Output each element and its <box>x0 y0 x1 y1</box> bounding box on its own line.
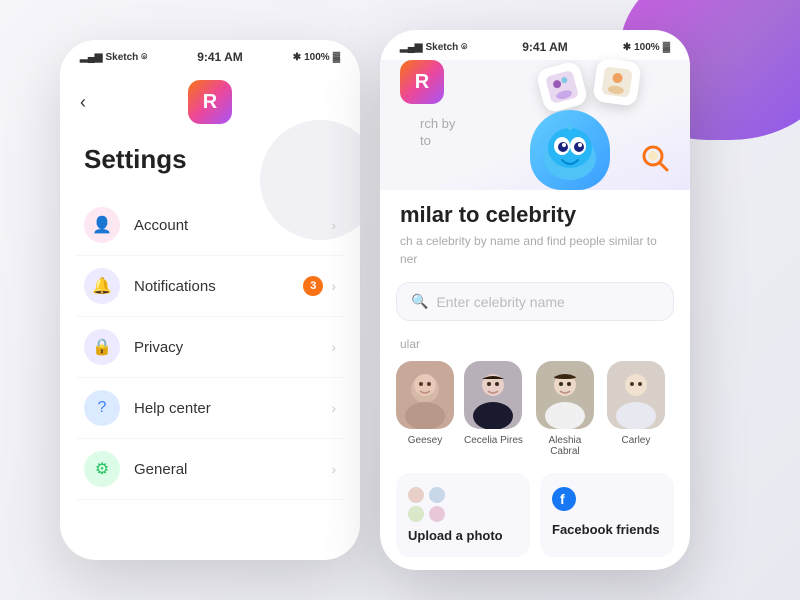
privacy-icon: 🔒 <box>84 329 120 365</box>
account-label: Account <box>134 217 331 234</box>
mascot-monster <box>530 110 610 190</box>
top-hero-section: R <box>380 60 690 190</box>
search-icon: 🔍 <box>411 293 428 310</box>
back-button[interactable]: ‹ <box>80 92 86 113</box>
bluetooth-icon-right: ✱ <box>623 42 631 53</box>
notification-badge: 3 <box>303 276 323 296</box>
facebook-card-title: Facebook friends <box>552 522 662 537</box>
signal-carrier-right: ▂▄▆ Sketch ⌾ <box>400 42 467 53</box>
app-icon-right: R <box>400 60 444 104</box>
general-chevron: › <box>331 461 336 477</box>
celeb-avatar-2 <box>464 361 522 429</box>
celeb-avatar-3 <box>536 361 594 429</box>
magnifier-icon <box>640 143 670 180</box>
settings-item-account[interactable]: 👤 Account › <box>76 195 344 256</box>
help-chevron: › <box>331 400 336 416</box>
battery-icon: ▓ <box>333 52 340 63</box>
celebrity-phone: ▂▄▆ Sketch ⌾ 9:41 AM ✱ 100% ▓ R <box>380 30 690 570</box>
celeb-item-1[interactable]: Geesey <box>396 361 454 457</box>
battery-status: ✱ 100% ▓ <box>293 52 340 63</box>
status-bar-right: ▂▄▆ Sketch ⌾ 9:41 AM ✱ 100% ▓ <box>380 30 690 60</box>
battery-status-right: ✱ 100% ▓ <box>623 42 670 53</box>
wifi-icon-right: ⌾ <box>461 42 467 53</box>
battery-percent-right: 100% <box>634 42 660 53</box>
celebrity-search-container[interactable]: 🔍 Enter celebrity name <box>396 282 674 321</box>
notifications-label: Notifications <box>134 278 303 295</box>
facebook-friends-card[interactable]: f Facebook friends <box>540 473 674 557</box>
settings-list: 👤 Account › 🔔 Notifications 3 › 🔒 Privac… <box>60 195 360 500</box>
settings-item-privacy[interactable]: 🔒 Privacy › <box>76 317 344 378</box>
carrier-name-right: Sketch <box>425 42 458 53</box>
settings-item-help[interactable]: ? Help center › <box>76 378 344 439</box>
settings-item-general[interactable]: ⚙ General › <box>76 439 344 500</box>
status-bar-left: ▂▄▆ Sketch ⌾ 9:41 AM ✱ 100% ▓ <box>60 40 360 70</box>
celeb-name-1: Geesey <box>408 435 442 446</box>
help-label: Help center <box>134 400 331 417</box>
general-icon: ⚙ <box>84 451 120 487</box>
float-card-2 <box>592 57 642 107</box>
mascot-area <box>520 60 680 190</box>
celeb-name-4: Carley <box>621 435 650 446</box>
float-card-1 <box>535 60 589 114</box>
search-input-placeholder: Enter celebrity name <box>436 294 564 310</box>
celebrities-row: Geesey Cecelia Pires <box>380 361 690 473</box>
settings-phone: ▂▄▆ Sketch ⌾ 9:41 AM ✱ 100% ▓ ‹ R Settin… <box>60 40 360 560</box>
signal-bars-right: ▂▄▆ <box>400 42 422 53</box>
upload-photo-card[interactable]: Upload a photo <box>396 473 530 557</box>
battery-percent: 100% <box>304 52 330 63</box>
battery-icon-right: ▓ <box>663 42 670 53</box>
upload-icon-group <box>408 487 446 522</box>
celeb-avatar-1 <box>396 361 454 429</box>
notifications-chevron: › <box>331 278 336 294</box>
celeb-item-3[interactable]: Aleshia Cabral <box>533 361 597 457</box>
notifications-icon: 🔔 <box>84 268 120 304</box>
popular-label: ular <box>380 337 690 361</box>
celebrity-section-subtitle: ch a celebrity by name and find people s… <box>380 232 690 282</box>
bluetooth-icon: ✱ <box>293 52 301 63</box>
privacy-chevron: › <box>331 339 336 355</box>
facebook-icon-area: f <box>552 487 662 516</box>
svg-text:f: f <box>560 491 565 507</box>
celeb-item-4[interactable]: Carley <box>607 361 665 457</box>
celebrity-section-title: milar to celebrity <box>380 190 690 232</box>
time-display: 9:41 AM <box>197 50 243 64</box>
celeb-avatar-4 <box>607 361 665 429</box>
upload-card-title: Upload a photo <box>408 528 518 543</box>
signal-carrier: ▂▄▆ Sketch ⌾ <box>80 52 147 63</box>
account-icon: 👤 <box>84 207 120 243</box>
settings-item-notifications[interactable]: 🔔 Notifications 3 › <box>76 256 344 317</box>
celeb-name-2: Cecelia Pires <box>464 435 523 446</box>
wifi-icon: ⌾ <box>141 52 147 63</box>
settings-header: ‹ R <box>60 70 360 130</box>
celeb-item-2[interactable]: Cecelia Pires <box>464 361 523 457</box>
privacy-label: Privacy <box>134 339 331 356</box>
help-icon: ? <box>84 390 120 426</box>
celeb-name-3: Aleshia Cabral <box>533 435 597 457</box>
signal-bars: ▂▄▆ <box>80 52 102 63</box>
app-icon-left: R <box>188 80 232 124</box>
time-display-right: 9:41 AM <box>522 40 568 54</box>
account-chevron: › <box>331 217 336 233</box>
general-label: General <box>134 461 331 478</box>
bottom-cards-row: Upload a photo f Facebook friends <box>380 473 690 557</box>
carrier-name: Sketch <box>105 52 138 63</box>
